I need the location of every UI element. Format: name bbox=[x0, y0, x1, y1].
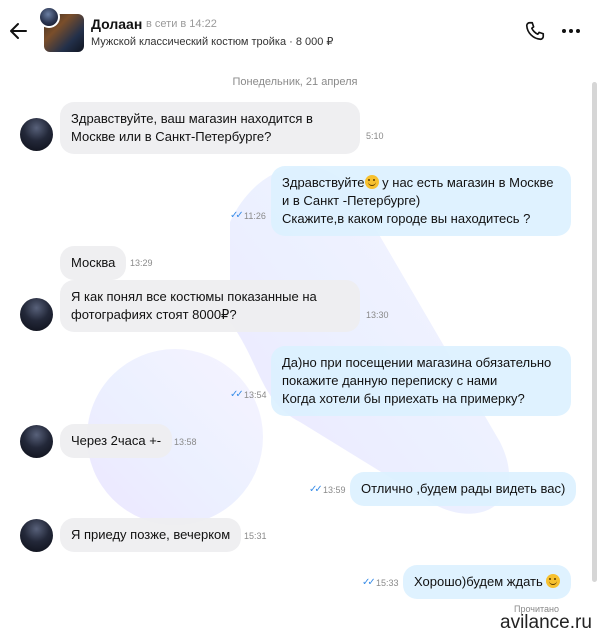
message-list[interactable]: Понедельник, 21 апреля Здравствуйте, ваш… bbox=[0, 62, 606, 639]
message-bubble-incoming: Москва bbox=[60, 246, 127, 280]
message-text-line: и в Санкт -Петербурге) bbox=[282, 193, 421, 208]
site-watermark: avilance.ru bbox=[500, 612, 592, 633]
contact-avatar[interactable] bbox=[20, 519, 53, 552]
message-text-line: покажите данную переписку с нами bbox=[282, 373, 498, 388]
contact-avatar[interactable] bbox=[20, 118, 53, 151]
message-text-line: Здравствуйте bbox=[282, 175, 365, 190]
message-text-line: Хорошо)будем ждать bbox=[414, 574, 547, 589]
message-text-line: у нас есть магазин в Москве bbox=[378, 175, 554, 190]
read-checkmark-icon: ✓✓ bbox=[230, 210, 244, 221]
message-bubble-outgoing: Хорошо)будем ждать bbox=[403, 565, 572, 599]
contact-avatar[interactable] bbox=[20, 298, 53, 331]
message-bubble-outgoing: Да)но при посещении магазина обязательно… bbox=[271, 346, 571, 416]
message-bubble-incoming: Здравствуйте, ваш магазин находится в Мо… bbox=[60, 102, 360, 154]
message-time: 5:10 bbox=[366, 131, 384, 141]
back-arrow-icon[interactable] bbox=[6, 18, 32, 44]
message-text-line: Когда хотели бы приехать на примерку? bbox=[282, 391, 525, 406]
message-bubble-outgoing: Здравствуйте у нас есть магазин в Москве… bbox=[271, 166, 571, 236]
message-text-line: Здравствуйте, ваш магазин находится в bbox=[71, 111, 313, 126]
message-text-line: Я приеду позже, вечерком bbox=[71, 527, 231, 542]
seller-online-status: в сети в 14:22 bbox=[146, 18, 217, 30]
scrollbar[interactable] bbox=[592, 82, 597, 582]
message-time: 11:26 bbox=[244, 211, 266, 221]
more-options-icon[interactable] bbox=[560, 20, 582, 42]
seller-name[interactable]: Долаан bbox=[91, 16, 142, 32]
message-time: 13:58 bbox=[174, 437, 197, 447]
smile-emoji-icon bbox=[546, 574, 561, 588]
seller-avatar[interactable] bbox=[38, 6, 60, 28]
message-time: 13:29 bbox=[130, 258, 153, 268]
message-time: 15:33 bbox=[376, 578, 399, 588]
message-bubble-incoming: Через 2часа +- bbox=[60, 424, 173, 458]
read-checkmark-icon: ✓✓ bbox=[362, 577, 376, 588]
message-bubble-incoming: Я приеду позже, вечерком bbox=[60, 518, 242, 552]
message-text-line: Москве или в Санкт-Петербурге? bbox=[71, 129, 272, 144]
message-bubble-outgoing: Отлично ,будем рады видеть вас) bbox=[350, 472, 577, 506]
read-checkmark-icon: ✓✓ bbox=[309, 484, 323, 495]
chat-header: Долаан в сети в 14:22 Мужской классическ… bbox=[0, 0, 606, 62]
smile-emoji-icon bbox=[364, 175, 379, 189]
message-bubble-incoming: Я как понял все костюмы показанные на фо… bbox=[60, 280, 360, 332]
message-time: 13:30 bbox=[366, 310, 389, 320]
message-time: 15:31 bbox=[244, 531, 267, 541]
message-text-line: Отлично ,будем рады видеть вас) bbox=[361, 481, 566, 496]
message-time: 13:54 bbox=[244, 390, 267, 400]
item-title-price[interactable]: Мужской классический костюм тройка · 8 0… bbox=[91, 35, 333, 48]
message-text-line: Скажите,в каком городе вы находитесь ? bbox=[282, 211, 531, 226]
message-text-line: Москва bbox=[71, 255, 116, 270]
message-text-line: Да)но при посещении магазина обязательно bbox=[282, 355, 552, 370]
phone-icon[interactable] bbox=[524, 20, 546, 42]
contact-avatar[interactable] bbox=[20, 425, 53, 458]
message-text-line: Через 2часа +- bbox=[71, 433, 162, 448]
message-text-line: фотографиях стоят 8000₽? bbox=[71, 307, 237, 322]
message-time: 13:59 bbox=[323, 485, 346, 495]
message-text-line: Я как понял все костюмы показанные на bbox=[71, 289, 317, 304]
date-separator: Понедельник, 21 апреля bbox=[232, 76, 358, 88]
read-checkmark-icon: ✓✓ bbox=[230, 389, 244, 400]
